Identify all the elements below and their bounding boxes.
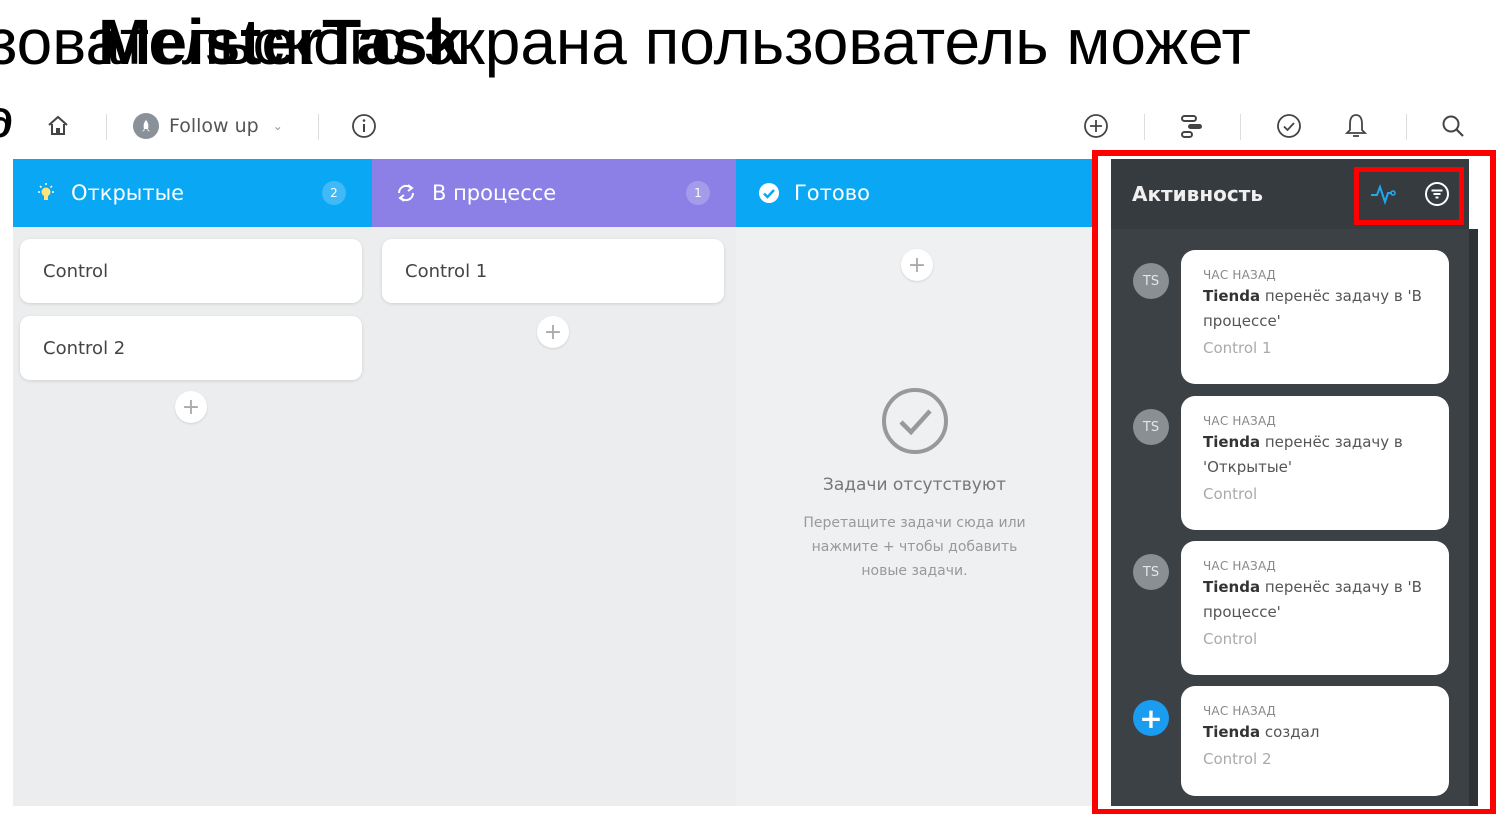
info-icon[interactable]	[351, 102, 377, 150]
task-count-badge: 2	[322, 181, 346, 205]
add-circle-icon[interactable]	[1083, 102, 1109, 150]
add-task-button[interactable]: +	[175, 391, 207, 423]
task-board: Открытые 2 Control Control 2 + В процесс…	[13, 159, 1093, 806]
column-open: Открытые 2 Control Control 2 +	[13, 159, 372, 806]
slide-title-front: MeisterTask	[98, 6, 464, 78]
search-icon[interactable]	[1440, 102, 1466, 150]
column-header[interactable]: Готово	[736, 159, 1093, 227]
task-card[interactable]: Control 2	[20, 316, 362, 380]
timeline-icon[interactable]	[1178, 102, 1206, 150]
empty-state-text: Перетащите задачи сюда или нажмите + что…	[803, 515, 1026, 579]
task-card[interactable]: Control	[20, 239, 362, 303]
home-icon[interactable]	[46, 102, 70, 150]
highlight-box-activity-icons	[1354, 167, 1464, 225]
column-title: Открытые	[71, 181, 185, 205]
sync-icon	[397, 184, 415, 202]
highlight-box-activity-panel	[1092, 150, 1496, 814]
column-title: Готово	[794, 181, 870, 205]
check-circle-icon[interactable]	[1276, 102, 1302, 150]
task-count-badge: 1	[686, 181, 710, 205]
empty-state-title: Задачи отсутствуют	[822, 475, 1007, 495]
add-task-button[interactable]: +	[537, 316, 569, 348]
project-selector[interactable]: Follow up ⌄	[133, 102, 283, 150]
column-header[interactable]: В процессе	[372, 159, 736, 227]
project-name: Follow up	[169, 115, 259, 137]
check-circle-icon	[759, 183, 779, 203]
column-title: В процессе	[432, 181, 557, 205]
slide-title: зовательского экрана пользователь может …	[0, 2, 1484, 146]
project-avatar-icon	[133, 113, 159, 139]
chevron-down-icon: ⌄	[272, 119, 283, 133]
empty-check-icon	[882, 388, 948, 454]
task-card[interactable]: Control 1	[382, 239, 724, 303]
bell-icon[interactable]	[1343, 102, 1369, 150]
column-header[interactable]: Открытые	[13, 159, 372, 227]
add-task-button[interactable]: +	[901, 249, 933, 281]
column-done: Готово + Задачи отсутствуют Перетащите з…	[736, 159, 1093, 806]
column-in-progress: В процессе 1 Control 1 +	[372, 159, 736, 806]
top-toolbar: Follow up ⌄	[0, 102, 1496, 150]
lightbulb-icon	[38, 183, 54, 200]
